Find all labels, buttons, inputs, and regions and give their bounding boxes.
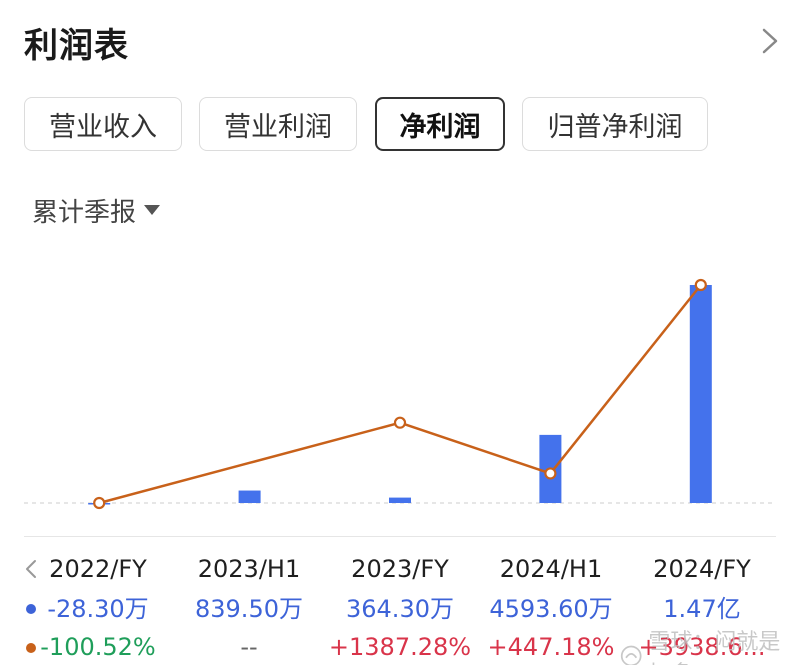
- tab-revenue[interactable]: 营业收入: [24, 97, 182, 151]
- bar-series: [88, 285, 712, 505]
- growth-line: [98, 284, 702, 505]
- growth-value: +1387.28%: [328, 633, 472, 661]
- period-cell[interactable]: 2024/FY: [622, 550, 782, 588]
- page-title: 利润表: [24, 26, 129, 66]
- growth-value: --: [240, 633, 258, 661]
- caret-down-icon: [144, 205, 161, 215]
- period-cell[interactable]: 2023/H1: [169, 550, 329, 588]
- period-cell[interactable]: 2024/H1: [471, 550, 631, 588]
- tab-operating-profit[interactable]: 营业利润: [199, 97, 357, 151]
- watermark-text: 雪球：闷就是加多: [648, 630, 781, 665]
- profit-value: 4593.60万: [489, 595, 613, 623]
- growth-point[interactable]: [393, 416, 407, 429]
- profit-value: 1.47亿: [663, 595, 741, 623]
- watermark: 雪球：闷就是加多: [620, 624, 800, 665]
- growth-point[interactable]: [544, 467, 557, 480]
- snowball-logo-icon: [620, 645, 642, 665]
- profit-value: 364.30万: [346, 595, 454, 623]
- growth-value: -100.52%: [40, 633, 156, 661]
- header: 利润表: [0, 0, 800, 80]
- net-profit-chart: [24, 278, 776, 510]
- profit-bar[interactable]: [238, 490, 261, 503]
- profit-bar[interactable]: [389, 497, 411, 503]
- divider: [24, 536, 776, 537]
- period-cell[interactable]: 2022/FY: [18, 550, 178, 588]
- profit-bar[interactable]: [689, 285, 712, 503]
- period-dropdown[interactable]: 累计季报: [32, 192, 161, 228]
- growth-value: +447.18%: [487, 633, 615, 661]
- tab-net-profit[interactable]: 净利润: [375, 97, 505, 151]
- chevron-right-icon[interactable]: [756, 24, 784, 58]
- growth-point[interactable]: [93, 496, 106, 510]
- period-label: 累计季报: [32, 197, 137, 228]
- growth-point[interactable]: [694, 278, 707, 292]
- profit-value: 839.50万: [195, 595, 303, 623]
- period-cell[interactable]: 2023/FY: [320, 550, 480, 588]
- tab-attributable-net-profit[interactable]: 归普净利润: [522, 97, 708, 151]
- period-row: 2022/FY 2023/H1 2023/FY 2024/H1 2024/FY: [0, 550, 800, 590]
- profit-value: -28.30万: [47, 595, 149, 623]
